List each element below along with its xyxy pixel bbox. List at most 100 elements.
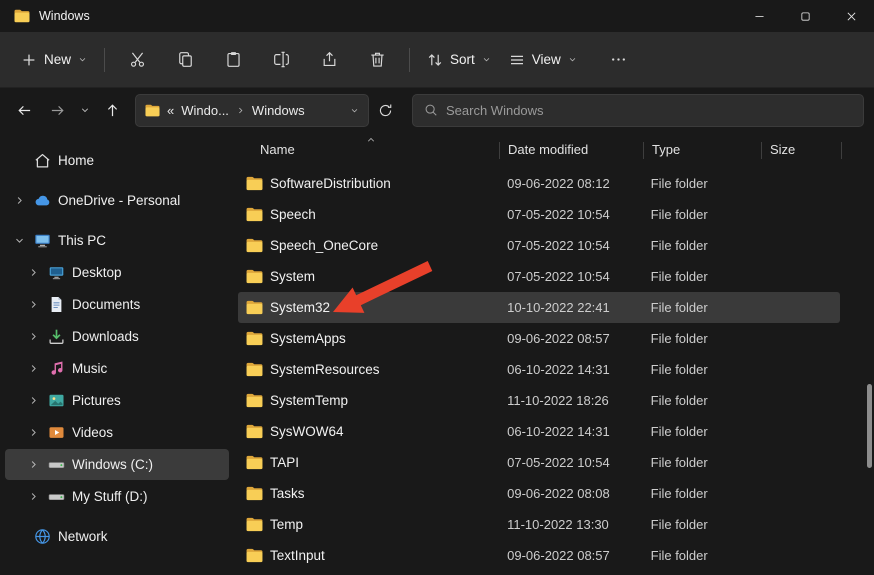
chevron-right-icon[interactable] — [28, 331, 39, 342]
sidebar-item-downloads[interactable]: Downloads — [5, 321, 229, 352]
refresh-button[interactable] — [369, 94, 402, 126]
minimize-icon — [753, 10, 766, 23]
share-button[interactable] — [310, 42, 348, 78]
address-dropdown-icon[interactable] — [350, 106, 359, 115]
chevron-right-icon[interactable] — [28, 267, 39, 278]
file-row-systemtemp[interactable]: SystemTemp11-10-2022 18:26File folder — [238, 385, 840, 416]
cut-icon — [129, 51, 146, 68]
view-button[interactable]: View — [500, 44, 586, 76]
column-headers: Name Date modified Type Size — [238, 132, 874, 166]
file-date-modified: 09-06-2022 08:57 — [499, 548, 643, 563]
file-row-textinput[interactable]: TextInput09-06-2022 08:57File folder — [238, 540, 840, 571]
chevron-right-icon[interactable] — [28, 427, 39, 438]
downloads-icon — [48, 328, 65, 345]
sidebar-item-network[interactable]: Network — [5, 521, 229, 552]
forward-button[interactable] — [41, 94, 74, 126]
file-date-modified: 09-06-2022 08:08 — [499, 486, 643, 501]
file-date-modified: 06-10-2022 14:31 — [499, 424, 643, 439]
file-row-systemapps[interactable]: SystemApps09-06-2022 08:57File folder — [238, 323, 840, 354]
column-header-size[interactable]: Size — [762, 139, 842, 159]
file-list: SoftwareDistribution09-06-2022 08:12File… — [234, 168, 874, 571]
chevron-right-icon[interactable] — [14, 195, 25, 206]
file-row-softwaredistribution[interactable]: SoftwareDistribution09-06-2022 08:12File… — [238, 168, 840, 199]
close-icon — [845, 10, 858, 23]
back-button[interactable] — [8, 94, 41, 126]
column-header-name[interactable]: Name — [238, 139, 500, 159]
new-button[interactable]: New — [12, 44, 96, 76]
sort-button[interactable]: Sort — [418, 44, 500, 76]
sort-button-label: Sort — [450, 52, 475, 67]
up-button[interactable] — [96, 94, 129, 126]
chevron-down-icon — [80, 105, 90, 115]
breadcrumb-overflow[interactable]: « — [167, 103, 174, 118]
title-bar: Windows — [0, 0, 874, 32]
minimize-button[interactable] — [736, 0, 782, 32]
chevron-right-icon[interactable] — [28, 491, 39, 502]
recent-locations-button[interactable] — [74, 94, 96, 126]
file-name: TextInput — [270, 548, 325, 563]
file-row-speech[interactable]: Speech07-05-2022 10:54File folder — [238, 199, 840, 230]
file-row-tapi[interactable]: TAPI07-05-2022 10:54File folder — [238, 447, 840, 478]
delete-button[interactable] — [358, 42, 396, 78]
sidebar-item-label: Network — [58, 529, 108, 544]
more-options-button[interactable] — [600, 42, 638, 78]
file-pane: Name Date modified Type Size SoftwareDis… — [234, 132, 874, 575]
sidebar-item-home[interactable]: Home — [5, 145, 229, 176]
sidebar-item-pictures[interactable]: Pictures — [5, 385, 229, 416]
file-row-tasks[interactable]: Tasks09-06-2022 08:08File folder — [238, 478, 840, 509]
column-header-type[interactable]: Type — [644, 139, 762, 159]
file-row-system32[interactable]: System3210-10-2022 22:41File folder — [238, 292, 840, 323]
rename-button[interactable] — [262, 42, 300, 78]
file-row-system[interactable]: System07-05-2022 10:54File folder — [238, 261, 840, 292]
navigation-bar: « Windo... Windows — [0, 88, 874, 132]
file-date-modified: 11-10-2022 13:30 — [499, 517, 643, 532]
file-type: File folder — [643, 486, 761, 501]
sidebar-item-music[interactable]: Music — [5, 353, 229, 384]
file-row-systemresources[interactable]: SystemResources06-10-2022 14:31File fold… — [238, 354, 840, 385]
chevron-right-icon[interactable] — [28, 299, 39, 310]
sidebar-item-documents[interactable]: Documents — [5, 289, 229, 320]
sidebar-item-desktop[interactable]: Desktop — [5, 257, 229, 288]
cut-button[interactable] — [118, 42, 156, 78]
toolbar-divider — [104, 48, 105, 72]
folder-icon — [246, 176, 263, 191]
chevron-right-icon[interactable] — [28, 395, 39, 406]
sidebar: Home OneDrive - Personal This PCDesktopDoc… — [0, 132, 234, 575]
paste-button[interactable] — [214, 42, 252, 78]
file-row-syswow64[interactable]: SysWOW6406-10-2022 14:31File folder — [238, 416, 840, 447]
sidebar-item-this-pc[interactable]: This PC — [5, 225, 229, 256]
copy-icon — [177, 51, 194, 68]
breadcrumb-current[interactable]: Windows — [252, 103, 305, 118]
maximize-button[interactable] — [782, 0, 828, 32]
up-icon — [105, 103, 120, 118]
folder-icon — [246, 238, 263, 253]
chevron-right-icon[interactable] — [28, 363, 39, 374]
folder-icon — [246, 269, 263, 284]
view-icon — [509, 52, 525, 68]
chevron-right-icon[interactable] — [28, 459, 39, 470]
sidebar-item-onedrive-personal[interactable]: OneDrive - Personal — [5, 185, 229, 216]
sidebar-item-videos[interactable]: Videos — [5, 417, 229, 448]
file-row-speech-onecore[interactable]: Speech_OneCore07-05-2022 10:54File folde… — [238, 230, 840, 261]
chevron-right-icon — [236, 106, 245, 115]
breadcrumb-parent[interactable]: Windo... — [181, 103, 229, 118]
chevron-spacer — [14, 155, 25, 166]
copy-button[interactable] — [166, 42, 204, 78]
search-input[interactable] — [446, 103, 852, 118]
delete-icon — [369, 51, 386, 68]
column-header-label: Type — [652, 142, 680, 157]
vertical-scrollbar[interactable] — [867, 384, 872, 468]
address-bar[interactable]: « Windo... Windows — [135, 94, 369, 127]
onedrive-cloud-icon — [34, 192, 51, 209]
column-header-date-modified[interactable]: Date modified — [500, 139, 644, 159]
sidebar-item-windows-c[interactable]: Windows (C:) — [5, 449, 229, 480]
file-row-temp[interactable]: Temp11-10-2022 13:30File folder — [238, 509, 840, 540]
file-type: File folder — [643, 176, 761, 191]
sidebar-item-label: Downloads — [72, 329, 139, 344]
sidebar-item-label: OneDrive - Personal — [58, 193, 180, 208]
close-button[interactable] — [828, 0, 874, 32]
chevron-down-icon[interactable] — [14, 235, 25, 246]
search-box[interactable] — [412, 94, 864, 127]
sidebar-item-my-stuff-d[interactable]: My Stuff (D:) — [5, 481, 229, 512]
back-icon — [17, 103, 32, 118]
